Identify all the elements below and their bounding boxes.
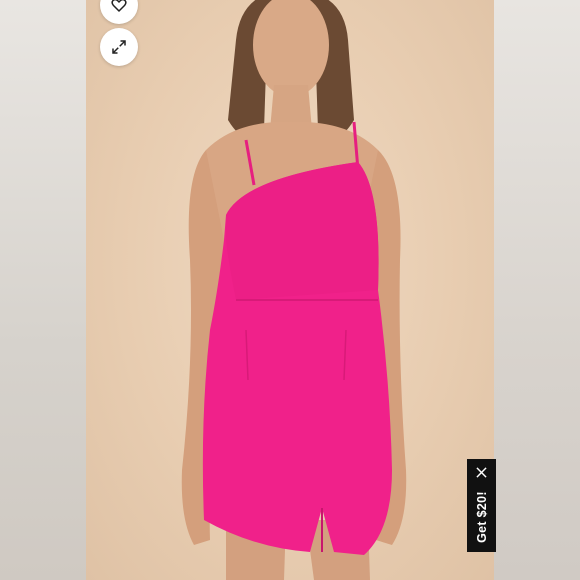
heart-outline-icon — [111, 0, 127, 12]
promo-tab[interactable]: Get $20! — [467, 459, 496, 552]
image-viewer: Get $20! — [0, 0, 580, 580]
close-icon[interactable] — [474, 465, 489, 480]
promo-label: Get $20! — [474, 491, 489, 543]
left-blur-panel — [0, 0, 86, 580]
expand-button[interactable] — [100, 28, 138, 66]
expand-arrows-icon — [112, 40, 126, 54]
right-blur-panel — [494, 0, 580, 580]
model-illustration — [181, 0, 407, 580]
product-photo — [86, 0, 494, 580]
